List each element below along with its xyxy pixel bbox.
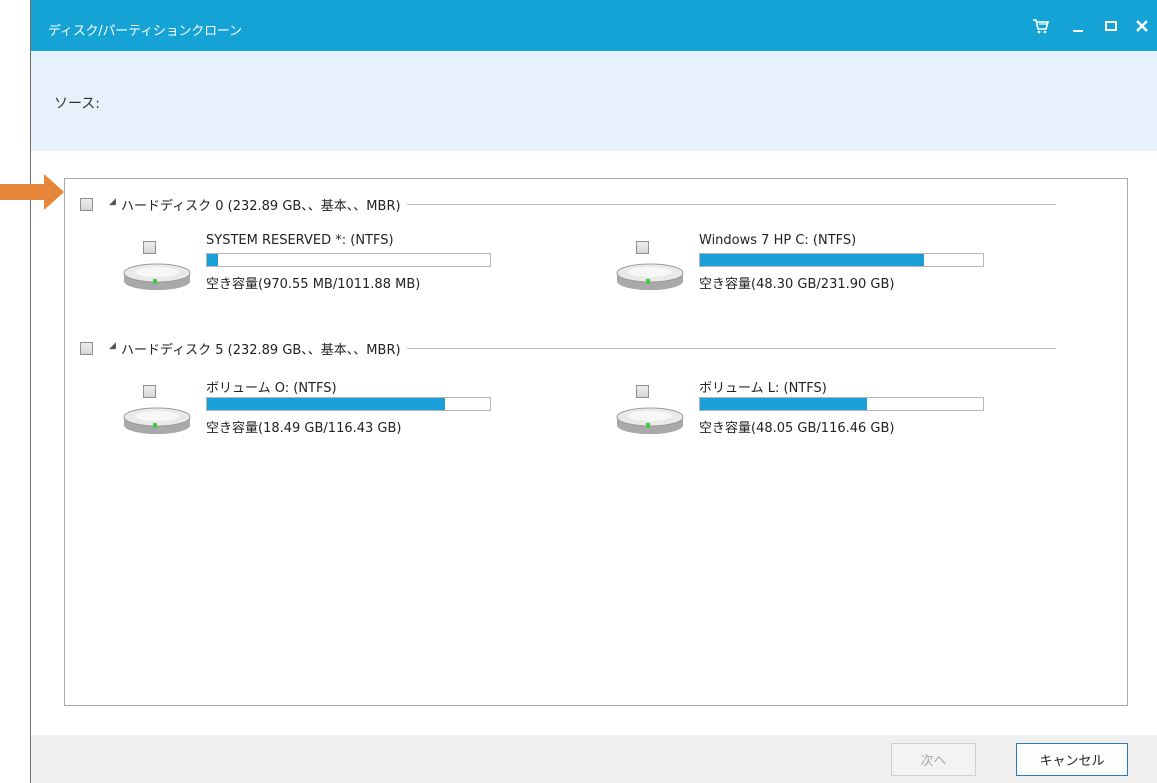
free-space-label: 空き容量(970.55 MB/1011.88 MB) <box>206 277 421 292</box>
disk-5-label: ハードディスク 5 (232.89 GB、、基本、、MBR) <box>121 339 407 358</box>
dialog-footer: 次へ キャンセル <box>31 735 1157 783</box>
partition-name: SYSTEM RESERVED *: (NTFS) <box>206 233 394 248</box>
cart-icon[interactable] <box>1031 16 1051 36</box>
pointer-arrow-icon <box>0 174 64 210</box>
disk-5-checkbox[interactable] <box>80 342 93 355</box>
source-panel: ソース: <box>31 51 1157 151</box>
partition-1-1[interactable]: ボリューム L: (NTFS) 空き容量(48.05 GB/116.46 GB) <box>614 377 1034 437</box>
partition-0-1[interactable]: Windows 7 HP C: (NTFS) 空き容量(48.30 GB/231… <box>614 233 1034 293</box>
disk-row-0[interactable]: ◢ ハードディスク 0 (232.89 GB、、基本、、MBR) <box>65 195 1129 215</box>
maximize-icon[interactable] <box>1101 16 1121 36</box>
hard-drive-icon <box>123 263 191 290</box>
close-icon[interactable] <box>1132 16 1152 36</box>
usage-bar <box>699 397 984 411</box>
usage-bar <box>206 397 491 411</box>
disk-list[interactable]: ◢ ハードディスク 0 (232.89 GB、、基本、、MBR) SYSTEM … <box>64 178 1128 706</box>
partition-checkbox[interactable] <box>636 241 649 254</box>
free-space-label: 空き容量(18.49 GB/116.43 GB) <box>206 421 402 436</box>
partition-0-0[interactable]: SYSTEM RESERVED *: (NTFS) 空き容量(970.55 MB… <box>121 233 541 293</box>
partition-checkbox[interactable] <box>143 385 156 398</box>
hard-drive-icon <box>616 407 684 434</box>
hard-drive-icon <box>616 263 684 290</box>
free-space-label: 空き容量(48.30 GB/231.90 GB) <box>699 277 895 292</box>
source-label: ソース: <box>54 96 101 112</box>
hard-drive-icon <box>123 407 191 434</box>
usage-bar-fill <box>700 254 924 266</box>
partition-1-0[interactable]: ボリューム O: (NTFS) 空き容量(18.49 GB/116.43 GB) <box>121 377 541 437</box>
usage-bar-fill <box>207 254 219 266</box>
cancel-button[interactable]: キャンセル <box>1016 743 1128 776</box>
partition-name: ボリューム L: (NTFS) <box>699 381 827 396</box>
usage-bar-fill <box>207 398 445 410</box>
title-bar[interactable]: ディスク/パーティションクローン <box>31 0 1157 51</box>
free-space-label: 空き容量(48.05 GB/116.46 GB) <box>699 421 895 436</box>
usage-bar-fill <box>700 398 867 410</box>
minimize-icon[interactable] <box>1068 16 1088 36</box>
partition-name: Windows 7 HP C: (NTFS) <box>699 233 857 248</box>
collapse-triangle-icon[interactable]: ◢ <box>109 341 116 351</box>
disk-row-5[interactable]: ◢ ハードディスク 5 (232.89 GB、、基本、、MBR) <box>65 339 1129 359</box>
collapse-triangle-icon[interactable]: ◢ <box>109 197 116 207</box>
usage-bar <box>699 253 984 267</box>
partition-checkbox[interactable] <box>143 241 156 254</box>
disk-0-label: ハードディスク 0 (232.89 GB、、基本、、MBR) <box>121 195 407 214</box>
next-button[interactable]: 次へ <box>891 743 976 776</box>
window-title: ディスク/パーティションクローン <box>48 24 242 39</box>
usage-bar <box>206 253 491 267</box>
partition-checkbox[interactable] <box>636 385 649 398</box>
disk-0-checkbox[interactable] <box>80 198 93 211</box>
partition-name: ボリューム O: (NTFS) <box>206 381 337 396</box>
